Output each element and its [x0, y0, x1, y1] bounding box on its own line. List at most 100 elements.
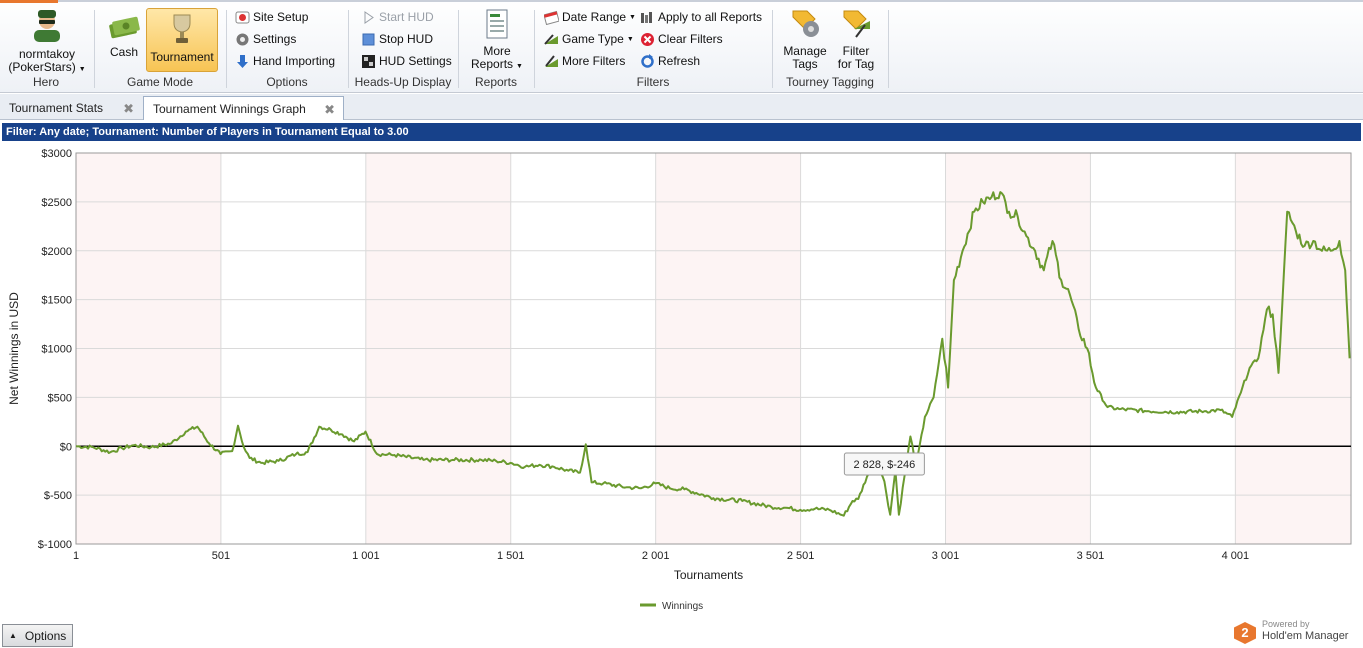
hand-importing-label: Hand Importing — [253, 54, 336, 68]
tab-tournament-stats[interactable]: Tournament Stats ✖ — [0, 96, 142, 120]
hud-settings-button[interactable]: HUD Settings — [361, 51, 452, 71]
y-tick-label: $-500 — [44, 490, 72, 502]
game-mode-group-label: Game Mode — [126, 75, 194, 89]
settings-label: Settings — [253, 32, 297, 46]
tab-label: Tournament Winnings Graph — [153, 101, 306, 116]
hud-group: Start HUD Stop HUD HUD Settings Heads-Up… — [350, 6, 456, 92]
more-reports-button[interactable]: More Reports ▼ — [466, 9, 528, 73]
hero-group-label: Hero — [32, 75, 59, 89]
chart-legend: Winnings — [640, 601, 703, 612]
options-group-label: Options — [266, 75, 308, 89]
chevron-down-icon: ▼ — [78, 66, 86, 73]
close-icon[interactable]: ✖ — [324, 102, 335, 118]
powered-by-text: Powered by — [1262, 619, 1310, 629]
chevron-up-icon: ▲ — [9, 631, 17, 640]
stop-icon — [362, 33, 375, 45]
cash-label: Cash — [109, 45, 138, 59]
apply-to-all-reports-button[interactable]: Apply to all Reports — [640, 7, 762, 27]
point-tooltip: 2 828, $-246 — [843, 452, 925, 476]
import-arrow-icon — [237, 54, 248, 68]
calendar-icon — [544, 10, 559, 25]
tab-tournament-winnings-graph[interactable]: Tournament Winnings Graph ✖ — [143, 96, 344, 120]
group-separator — [226, 10, 227, 88]
hud-settings-icon — [362, 54, 375, 68]
more-filters-button[interactable]: More Filters — [544, 51, 625, 71]
y-axis-label: Net Winnings in USD — [7, 292, 21, 405]
reports-group-label: Reports — [474, 75, 518, 89]
settings-button[interactable]: Settings — [235, 29, 296, 49]
x-tick-label: 1 001 — [352, 550, 380, 562]
x-tick-label: 3 501 — [1077, 550, 1105, 562]
y-axis-tick-labels: $-1000 $-500 $0 $500 $1000 $1500 $2000 $2500 $30… — [38, 148, 72, 551]
hero-group: normtakoy (PokerStars) ▼ Hero — [0, 6, 92, 92]
start-hud-button[interactable]: Start HUD — [361, 7, 434, 27]
hero-site-name: (PokerStars) — [8, 60, 76, 74]
cash-mode-button[interactable]: Cash — [104, 14, 144, 59]
x-tick-label: 2 001 — [642, 550, 670, 562]
x-tick-label: 501 — [212, 550, 230, 562]
clear-filters-button[interactable]: Clear Filters — [640, 29, 723, 49]
y-tick-label: $2500 — [41, 197, 72, 209]
winnings-graph: $-1000 $-500 $0 $500 $1000 $1500 $2000 $2500 $30… — [7, 148, 1352, 612]
date-range-button[interactable]: Date Range ▼ — [544, 7, 636, 27]
ribbon-toolbar: normtakoy (PokerStars) ▼ Hero Cash Tourna… — [0, 0, 1363, 93]
refresh-button[interactable]: Refresh — [640, 51, 700, 71]
report-tab-strip: Tournament Stats ✖ Tournament Winnings G… — [0, 94, 1363, 120]
apply-all-icon — [641, 11, 652, 23]
x-axis-tick-labels: 1 501 1 001 1 501 2 001 2 501 3 001 3 501 4 001 — [73, 550, 1249, 562]
manage-tags-button[interactable]: Manage Tags — [780, 9, 830, 71]
report-document-icon — [486, 9, 508, 39]
player-avatar-icon — [34, 10, 60, 42]
x-tick-label: 3 001 — [932, 550, 960, 562]
cash-money-icon — [109, 16, 140, 39]
tourney-tagging-group-label: Tourney Tagging — [786, 75, 874, 89]
chevron-down-icon: ▼ — [629, 13, 636, 21]
group-separator — [458, 10, 459, 88]
options-button[interactable]: ▲ Options — [2, 624, 73, 647]
hero-selector-button[interactable]: normtakoy (PokerStars) ▼ — [4, 8, 90, 76]
filter-icon — [545, 54, 558, 67]
y-tick-label: $-1000 — [38, 539, 72, 551]
group-separator — [94, 10, 95, 88]
filters-group-label: Filters — [636, 75, 670, 89]
filters-group: Date Range ▼ Game Type ▼ More Filters Appl… — [536, 6, 770, 92]
stop-hud-button[interactable]: Stop HUD — [361, 29, 433, 49]
date-range-label: Date Range — [562, 10, 627, 24]
site-setup-button[interactable]: Site Setup — [235, 7, 308, 27]
clear-x-icon — [641, 32, 654, 46]
chevron-down-icon: ▼ — [626, 35, 634, 43]
reports-group: More Reports ▼ Reports — [460, 6, 532, 92]
app-menu-accent[interactable] — [0, 0, 58, 3]
x-tick-label: 4 001 — [1222, 550, 1250, 562]
holdem-manager-brand: 2 Powered by Hold'em Manager — [1234, 619, 1360, 647]
active-filter-bar: Filter: Any date; Tournament: Number of … — [2, 123, 1361, 141]
more-filters-label: More Filters — [562, 54, 626, 68]
group-separator — [534, 10, 535, 88]
chevron-down-icon: ▼ — [516, 63, 523, 70]
refresh-icon — [641, 53, 654, 68]
game-type-button[interactable]: Game Type ▼ — [544, 29, 634, 49]
legend-label-winnings: Winnings — [662, 601, 703, 612]
refresh-label: Refresh — [658, 54, 701, 68]
x-axis-label: Tournaments — [674, 568, 743, 582]
y-tick-label: $2000 — [41, 246, 72, 258]
game-mode-group: Cash Tournament Game Mode — [96, 6, 224, 92]
hud-settings-label: HUD Settings — [379, 54, 452, 68]
hand-importing-button[interactable]: Hand Importing — [235, 51, 335, 71]
clear-filters-label: Clear Filters — [658, 32, 723, 46]
filter-tag-icon — [843, 10, 870, 38]
tourney-tagging-group: Manage Tags Filter for Tag Tourney Taggi… — [774, 6, 886, 92]
game-type-icon — [544, 33, 558, 45]
tournament-mode-button[interactable]: Tournament — [146, 8, 218, 72]
ribbon-top-border — [58, 0, 1363, 2]
tournament-label: Tournament — [150, 50, 214, 64]
options-group: Site Setup Settings Hand Importing Optio… — [228, 6, 346, 92]
start-hud-label: Start HUD — [379, 10, 434, 24]
manage-tags-line2: Tags — [792, 57, 818, 71]
site-setup-label: Site Setup — [253, 10, 309, 24]
stop-hud-label: Stop HUD — [379, 32, 434, 46]
options-label: Options — [24, 628, 67, 643]
y-tick-label: $0 — [60, 441, 72, 453]
close-icon[interactable]: ✖ — [123, 101, 134, 117]
filter-for-tag-button[interactable]: Filter for Tag — [832, 9, 880, 71]
